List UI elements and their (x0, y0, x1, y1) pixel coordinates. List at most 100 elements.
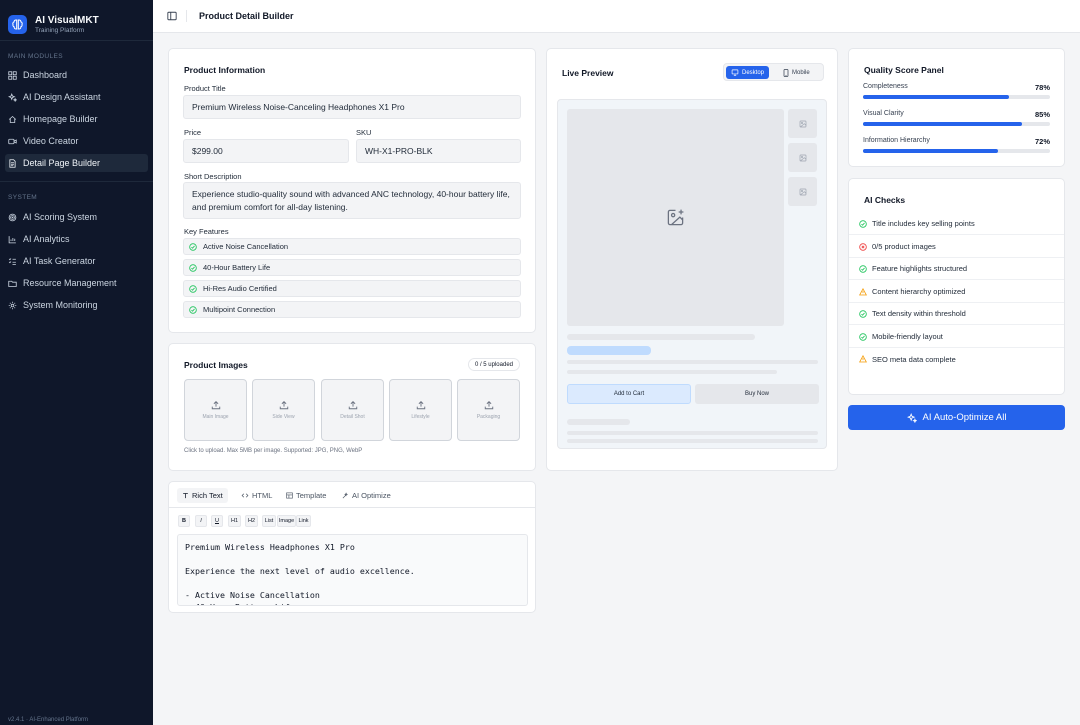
preview-thumbnail[interactable] (788, 177, 817, 206)
sidebar: AI VisualMKT Training Platform MAIN MODU… (0, 0, 153, 725)
sidebar-item-label: Resource Management (23, 278, 117, 288)
product-title-input[interactable]: Premium Wireless Noise-Canceling Headpho… (183, 95, 521, 119)
check-item: Title includes key selling points (849, 213, 1064, 235)
metric-fill (863, 95, 1009, 99)
tab-ai-optimize[interactable]: AI Optimize (337, 488, 396, 503)
sidebar-divider (0, 181, 153, 182)
check-circle-icon (859, 332, 867, 341)
metric-value: 85% (1034, 110, 1050, 119)
format-list-button[interactable]: List (262, 515, 276, 527)
tab-template[interactable]: Template (281, 488, 331, 503)
feature-label: Multipoint Connection (203, 305, 276, 314)
sidebar-item-homepage-builder[interactable]: Homepage Builder (5, 110, 148, 128)
header-separator (186, 10, 187, 22)
short-description-textarea[interactable]: Experience studio-quality sound with adv… (183, 182, 521, 219)
monitor-icon (731, 69, 739, 76)
sidebar-item-label: Video Creator (23, 136, 79, 146)
format-h1-button[interactable]: H1 (228, 515, 241, 527)
tab-html[interactable]: HTML (236, 488, 277, 503)
upload-slot-detail-shot[interactable]: Detail Shot (321, 379, 384, 441)
task-list-icon (8, 257, 17, 266)
sidebar-item-label: AI Design Assistant (23, 92, 101, 102)
metric-value: 72% (1034, 137, 1050, 146)
warning-triangle-icon (859, 287, 867, 296)
dashboard-icon (8, 70, 17, 80)
preview-thumbnail[interactable] (788, 109, 817, 138)
metric-label: Information Hierarchy (863, 137, 930, 144)
sidebar-item-ai-design-assistant[interactable]: AI Design Assistant (5, 88, 148, 106)
folder-icon (8, 279, 17, 288)
image-icon (799, 120, 807, 128)
key-features-label: Key Features (184, 227, 229, 236)
app-name: AI VisualMKT (35, 14, 99, 26)
uploaded-count-badge: 0 / 5 uploaded (467, 358, 520, 371)
feature-item[interactable]: Multipoint Connection (183, 301, 521, 318)
upload-slot-main-image[interactable]: Main Image (184, 379, 247, 441)
image-icon (799, 188, 807, 196)
skeleton-price-line (567, 346, 651, 355)
tab-label: HTML (252, 491, 273, 500)
product-title-label: Product Title (184, 84, 226, 93)
sidebar-item-ai-task-generator[interactable]: AI Task Generator (5, 252, 148, 270)
metric-label: Visual Clarity (863, 110, 904, 117)
upload-slot-side-view[interactable]: Side View (252, 379, 315, 441)
upload-slot-lifestyle[interactable]: Lifestyle (389, 379, 452, 441)
product-information-title: Product Information (184, 65, 266, 75)
sidebar-toggle-icon[interactable] (167, 11, 177, 21)
check-label: Text density within threshold (872, 309, 966, 318)
feature-item[interactable]: 40-Hour Battery Life (183, 259, 521, 276)
sidebar-item-system-monitoring[interactable]: System Monitoring (5, 296, 148, 314)
ai-auto-optimize-button[interactable]: AI Auto-Optimize All (848, 405, 1065, 430)
format-image-button[interactable]: Image (277, 515, 296, 527)
check-circle-icon (859, 309, 867, 318)
sidebar-item-video-creator[interactable]: Video Creator (5, 132, 148, 150)
format-h2-button[interactable]: H2 (245, 515, 258, 527)
upload-slot-packaging[interactable]: Packaging (457, 379, 520, 441)
skeleton-heading-line (567, 419, 630, 425)
quality-metric-completeness: Completeness 78% (863, 83, 1050, 99)
upload-icon (211, 400, 221, 410)
tab-divider (169, 507, 535, 508)
preview-add-to-cart-button[interactable]: Add to Cart (567, 384, 691, 404)
sidebar-item-ai-analytics[interactable]: AI Analytics (5, 230, 148, 248)
video-icon (8, 137, 17, 146)
sidebar-item-label: System Monitoring (23, 300, 98, 310)
price-input[interactable]: $299.00 (183, 139, 349, 163)
skeleton-text-line (567, 431, 818, 435)
check-item: Content hierarchy optimized (849, 281, 1064, 303)
image-icon (799, 154, 807, 162)
tab-rich-text[interactable]: Rich Text (177, 488, 228, 503)
format-bold-button[interactable]: B (178, 515, 190, 527)
rich-text-editor[interactable]: Premium Wireless Headphones X1 Pro Exper… (177, 534, 528, 606)
gear-icon (8, 301, 17, 310)
format-link-button[interactable]: Link (296, 515, 311, 527)
check-circle-icon (189, 305, 197, 314)
sidebar-item-dashboard[interactable]: Dashboard (5, 66, 148, 84)
sidebar-item-ai-scoring-system[interactable]: AI Scoring System (5, 208, 148, 226)
tab-label: AI Optimize (352, 491, 391, 500)
tab-label: Rich Text (192, 491, 223, 500)
mobile-label: Mobile (792, 69, 810, 76)
preview-canvas: Add to Cart Buy Now (557, 99, 827, 449)
sku-label: SKU (356, 128, 372, 137)
feature-item[interactable]: Active Noise Cancellation (183, 238, 521, 255)
sidebar-item-detail-page-builder[interactable]: Detail Page Builder (5, 154, 148, 172)
sparkles-icon (906, 412, 917, 423)
optimize-label: AI Auto-Optimize All (922, 412, 1007, 423)
product-information-card: Product Information Product Title Premiu… (168, 48, 536, 333)
document-icon (8, 158, 17, 168)
code-icon (241, 492, 249, 499)
feature-item[interactable]: Hi-Res Audio Certified (183, 280, 521, 297)
check-item: Mobile-friendly layout (849, 326, 1064, 348)
preview-buy-now-button[interactable]: Buy Now (695, 384, 819, 404)
metric-track (863, 149, 1050, 153)
live-preview-card: Live Preview Desktop Mobile Add to Cart … (546, 48, 838, 471)
sidebar-item-resource-management[interactable]: Resource Management (5, 274, 148, 292)
sku-input[interactable]: WH-X1-PRO-BLK (356, 139, 521, 163)
format-underline-button[interactable]: U (211, 515, 223, 527)
format-italic-button[interactable]: I (195, 515, 207, 527)
preview-thumbnail[interactable] (788, 143, 817, 172)
mobile-view-button[interactable]: Mobile (778, 66, 815, 79)
desktop-view-button[interactable]: Desktop (726, 66, 770, 79)
sidebar-item-label: Detail Page Builder (23, 158, 101, 168)
